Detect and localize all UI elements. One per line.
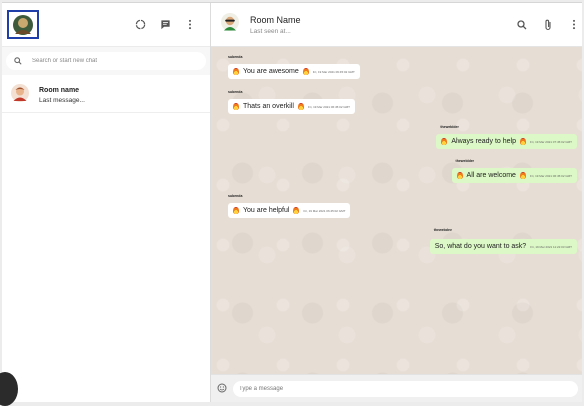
status-icon[interactable] [134, 19, 146, 31]
message-sender: theweblder [440, 125, 459, 129]
attach-icon[interactable] [542, 19, 554, 31]
last-seen: Last seen at... [250, 27, 291, 35]
fire-emoji-icon [519, 172, 526, 179]
message-timestamp: Fri, 19 Mar 2021 06:45:02 GMT [303, 208, 346, 213]
sidebar-header [2, 3, 210, 47]
fire-emoji-icon [297, 103, 304, 110]
avatar-image-icon [13, 14, 33, 35]
message-timestamp: Fri, 19 Mar 2021 11:22:03 GMT [530, 244, 572, 249]
message-timestamp: Fri, 19 Mar 2021 06:45:02 GMT [307, 104, 350, 109]
message-timestamp: Fri, 19 Mar 2021 06:45:02 GMT [312, 69, 355, 74]
message-text: So, what do you want to ask? [434, 243, 527, 250]
app-window: Room name Last message... Room Name Last… [2, 2, 582, 402]
message-timestamp: Fri, 19 Mar 2021 06:45:02 GMT [529, 173, 572, 178]
message-item: subenda You are helpful Fri, 19 Mar 2021… [228, 194, 351, 219]
search-icon [14, 52, 22, 70]
fire-emoji-icon [302, 68, 309, 75]
room-header-avatar[interactable] [221, 13, 239, 36]
message-item: thewebdev So, what do you want to ask? F… [429, 228, 577, 254]
message-composer [211, 374, 582, 402]
fire-emoji-icon [441, 138, 448, 145]
message-sender: subenda [228, 90, 243, 94]
more-vert-icon[interactable] [568, 19, 580, 31]
message-text: Always ready to help [451, 138, 516, 145]
message-sender: thewebdev [433, 228, 452, 232]
fire-emoji-icon [519, 138, 526, 145]
chat-list-item[interactable]: Room name Last message... [2, 79, 210, 113]
emoji-icon[interactable] [217, 380, 227, 398]
fire-emoji-icon [293, 207, 300, 214]
fire-emoji-icon [456, 172, 463, 179]
message-sender: theweblder [455, 159, 475, 163]
search-box [6, 52, 206, 70]
message-item: theweblder All are welcome Fri, 19 Mar 2… [451, 159, 577, 184]
message-input[interactable] [239, 385, 539, 392]
fire-emoji-icon [233, 68, 239, 75]
message-text: Thats an overkill [243, 103, 294, 110]
sidebar: Room name Last message... [2, 3, 211, 402]
message-input-wrap [233, 380, 578, 397]
message-bubble: You are awesome Fri, 19 Mar 2021 06:45:0… [228, 64, 360, 79]
message-item: theweblder Always ready to help Fri, 19 … [436, 125, 577, 150]
search-input[interactable] [32, 58, 192, 64]
room-name: Room Name [250, 14, 301, 25]
message-text: You are awesome [243, 68, 299, 75]
message-bubble: Thats an overkill Fri, 19 Mar 2021 06:45… [228, 99, 355, 114]
message-timestamp: Fri, 19 Mar 2021 07:45:02 GMT [529, 139, 572, 144]
message-bubble: So, what do you want to ask? Fri, 19 Mar… [429, 239, 577, 254]
sidebar-header-icons [134, 19, 196, 31]
chat-icon[interactable] [159, 19, 171, 31]
search-icon[interactable] [516, 19, 528, 31]
chat-item-name: Room name [39, 87, 80, 94]
more-vert-icon[interactable] [184, 19, 196, 31]
message-bubble: Always ready to help Fri, 19 Mar 2021 07… [436, 134, 577, 149]
user-avatar[interactable] [7, 10, 39, 39]
chat-header-icons [516, 19, 580, 31]
chat-item-last-message: Last message... [39, 97, 85, 104]
message-area: subenda You are awesome Fri, 19 Mar 2021… [211, 47, 582, 374]
chat-pane: Room Name Last seen at... subenda You ar… [211, 3, 582, 402]
message-bubble: All are welcome Fri, 19 Mar 2021 06:45:0… [451, 168, 577, 183]
message-sender: subenda [228, 55, 243, 59]
message-sender: subenda [228, 194, 243, 198]
search-bar [2, 47, 210, 75]
chat-header: Room Name Last seen at... [211, 3, 582, 47]
message-item: subenda You are awesome Fri, 19 Mar 2021… [228, 55, 360, 80]
message-text: All are welcome [466, 172, 516, 179]
fire-emoji-icon [233, 207, 239, 214]
fire-emoji-icon [233, 103, 239, 110]
message-bubble: You are helpful Fri, 19 Mar 2021 06:45:0… [228, 203, 351, 218]
room-avatar [11, 84, 29, 107]
message-text: You are helpful [243, 207, 290, 214]
message-item: subenda Thats an overkill Fri, 19 Mar 20… [228, 90, 355, 115]
